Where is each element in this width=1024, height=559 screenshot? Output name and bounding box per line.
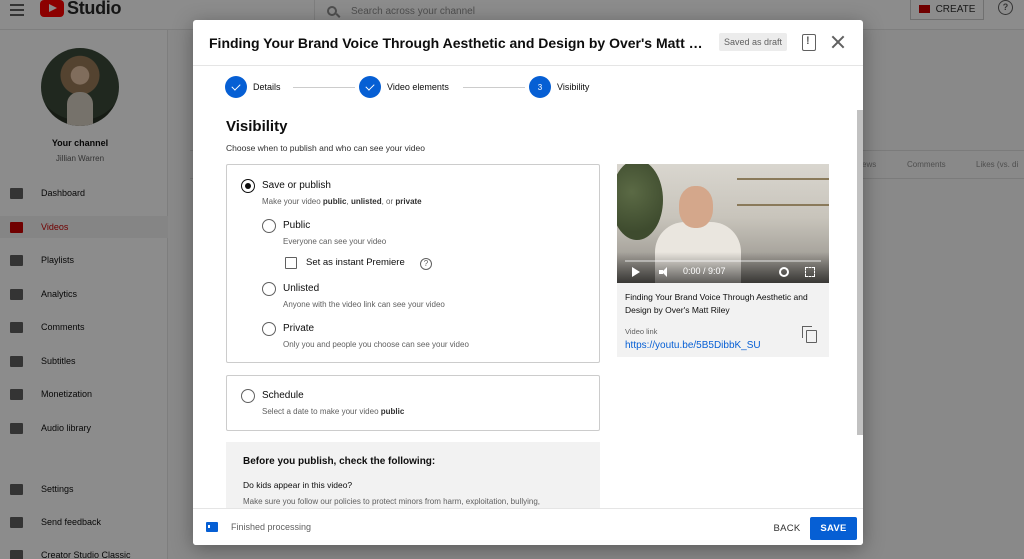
schedule-radio[interactable] [241, 389, 255, 403]
save-or-publish-desc: Make your video public, unlisted, or pri… [262, 197, 422, 206]
unlisted-desc: Anyone with the video link can see your … [283, 300, 445, 309]
step-video-elements[interactable]: Video elements [359, 76, 449, 98]
help-circle-icon[interactable]: ? [420, 258, 432, 270]
unlisted-radio[interactable] [262, 282, 276, 296]
public-desc: Everyone can see your video [283, 237, 387, 246]
checklist-title: Before you publish, check the following: [243, 456, 436, 467]
step-connector [293, 87, 355, 88]
video-frame-detail [679, 186, 713, 228]
report-feedback-icon[interactable] [802, 34, 816, 51]
instant-premiere-checkbox[interactable] [285, 257, 297, 269]
dialog-title: Finding Your Brand Voice Through Aesthet… [209, 35, 709, 51]
dialog-header: Finding Your Brand Voice Through Aesthet… [193, 20, 863, 66]
progress-bar[interactable] [625, 260, 821, 262]
save-or-publish-title: Save or publish [262, 180, 331, 191]
volume-icon[interactable] [659, 267, 671, 277]
play-icon[interactable] [632, 267, 640, 277]
check-icon [225, 76, 247, 98]
gear-icon[interactable] [779, 267, 789, 277]
hd-processing-icon [206, 522, 220, 532]
save-or-publish-radio[interactable] [241, 179, 255, 193]
step-number: 3 [529, 76, 551, 98]
publish-checklist: Before you publish, check the following:… [226, 442, 600, 508]
stepper: Details Video elements 3 Visibility [193, 66, 863, 110]
private-radio[interactable] [262, 322, 276, 336]
visibility-subtitle: Choose when to publish and who can see y… [226, 143, 425, 153]
processing-status: Finished processing [231, 522, 312, 532]
private-title: Private [283, 323, 315, 334]
video-time: 0:00 / 9:07 [683, 266, 726, 276]
step-label: Visibility [557, 82, 590, 92]
step-connector [463, 87, 525, 88]
video-frame-detail [617, 164, 663, 240]
step-details[interactable]: Details [225, 76, 281, 98]
fullscreen-icon[interactable] [805, 267, 815, 277]
video-link-label: Video link [625, 327, 658, 336]
step-visibility[interactable]: 3 Visibility [529, 76, 589, 98]
draft-status-badge: Saved as draft [719, 33, 788, 51]
player-controls: 0:00 / 9:07 [617, 252, 829, 283]
unlisted-title: Unlisted [283, 283, 320, 294]
dialog-content: Visibility Choose when to publish and wh… [193, 110, 863, 508]
upload-dialog: Finding Your Brand Voice Through Aesthet… [193, 20, 863, 545]
video-frame-detail [737, 204, 829, 206]
step-label: Details [253, 82, 281, 92]
video-link[interactable]: https://youtu.be/5B5DibbK_SU [625, 340, 761, 351]
dialog-footer: Finished processing BACK SAVE [193, 508, 863, 545]
save-button[interactable]: SAVE [810, 517, 857, 540]
step-label: Video elements [387, 82, 449, 92]
public-radio[interactable] [262, 219, 276, 233]
private-desc: Only you and people you choose can see y… [283, 340, 469, 349]
check-icon [359, 76, 381, 98]
public-title: Public [283, 220, 311, 231]
checklist-desc: Make sure you follow our policies to pro… [243, 497, 541, 506]
schedule-desc: Select a date to make your video public [262, 407, 405, 416]
video-player[interactable]: 0:00 / 9:07 [617, 164, 829, 283]
scrollbar[interactable] [857, 110, 863, 435]
save-or-publish-card: Save or publish Make your video public, … [226, 164, 600, 363]
preview-video-title: Finding Your Brand Voice Through Aesthet… [625, 292, 808, 315]
copy-icon[interactable] [802, 326, 817, 343]
video-frame-detail [737, 178, 829, 180]
visibility-heading: Visibility [226, 118, 288, 135]
checklist-question: Do kids appear in this video? [243, 480, 353, 490]
schedule-card: Schedule Select a date to make your vide… [226, 375, 600, 431]
close-icon[interactable] [830, 34, 846, 50]
video-preview-card: 0:00 / 9:07 Finding Your Brand Voice Thr… [617, 164, 829, 357]
schedule-title: Schedule [262, 390, 304, 401]
instant-premiere-label: Set as instant Premiere [306, 257, 405, 268]
back-button[interactable]: BACK [765, 517, 809, 539]
